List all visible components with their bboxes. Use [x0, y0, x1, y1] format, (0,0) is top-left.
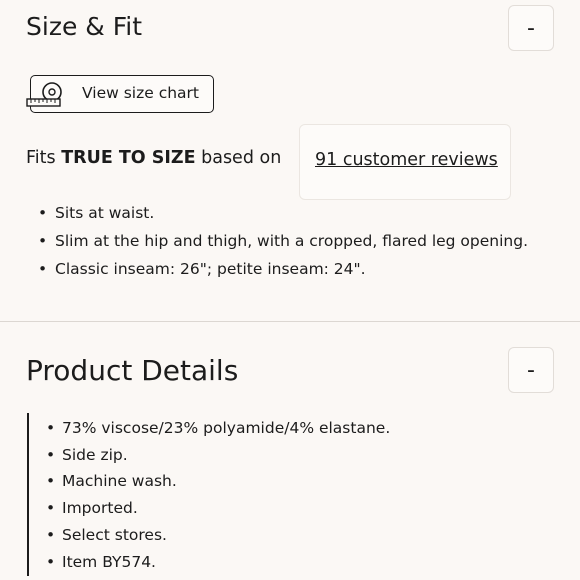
product-details-list: • 73% viscose/23% polyamide/4% elastane. …	[46, 415, 390, 575]
fit-bullet-text: Slim at the hip and thigh, with a croppe…	[55, 232, 529, 250]
detail-bullet-text: Side zip.	[62, 445, 128, 464]
list-item: • Side zip.	[46, 445, 128, 464]
minus-icon: -	[527, 357, 535, 383]
size-fit-collapse-button[interactable]: -	[508, 5, 554, 51]
list-item: • Imported.	[46, 499, 138, 518]
fit-summary-suffix: based on	[195, 148, 282, 168]
detail-bullet-text: Select stores.	[62, 525, 167, 544]
detail-bullet-text: Item BY574.	[62, 552, 156, 571]
reviews-link-container: 91 customer reviews	[299, 124, 511, 200]
product-details-collapse-button[interactable]: -	[508, 347, 554, 393]
product-details-title: Product Details	[26, 354, 239, 387]
fit-summary-prefix: Fits	[26, 148, 62, 168]
fit-bullet-text: Sits at waist.	[55, 204, 155, 222]
list-item: • Slim at the hip and thigh, with a cropp…	[38, 232, 529, 250]
list-item: • 73% viscose/23% polyamide/4% elastane.	[46, 419, 391, 437]
list-item: • Select stores.	[46, 525, 167, 544]
detail-bullet-text: Imported.	[62, 499, 138, 518]
measuring-tape-icon	[26, 82, 62, 107]
customer-reviews-link[interactable]: 91 customer reviews	[315, 150, 498, 170]
detail-bullet-text: Machine wash.	[62, 472, 177, 491]
section-divider	[0, 321, 580, 322]
minus-icon: -	[527, 15, 535, 41]
detail-bullet-text: 73% viscose/23% polyamide/4% elastane.	[62, 419, 391, 437]
list-item: • Classic inseam: 26"; petite inseam: 24"…	[38, 260, 366, 278]
view-size-chart-button[interactable]: View size chart	[26, 75, 214, 113]
view-size-chart-label: View size chart	[82, 84, 199, 102]
size-fit-title: Size & Fit	[26, 12, 143, 41]
list-item: • Sits at waist.	[38, 204, 155, 222]
list-item: • Machine wash.	[46, 472, 177, 491]
fit-summary: Fits TRUE TO SIZE based on	[26, 148, 281, 168]
fit-bullet-text: Classic inseam: 26"; petite inseam: 24".	[55, 260, 366, 278]
fit-summary-verdict: TRUE TO SIZE	[61, 148, 196, 168]
product-details-content: • 73% viscose/23% polyamide/4% elastane. …	[27, 413, 527, 576]
list-item: • Item BY574.	[46, 552, 156, 571]
fit-details-list: • Sits at waist. • Slim at the hip and thi…	[38, 204, 538, 288]
